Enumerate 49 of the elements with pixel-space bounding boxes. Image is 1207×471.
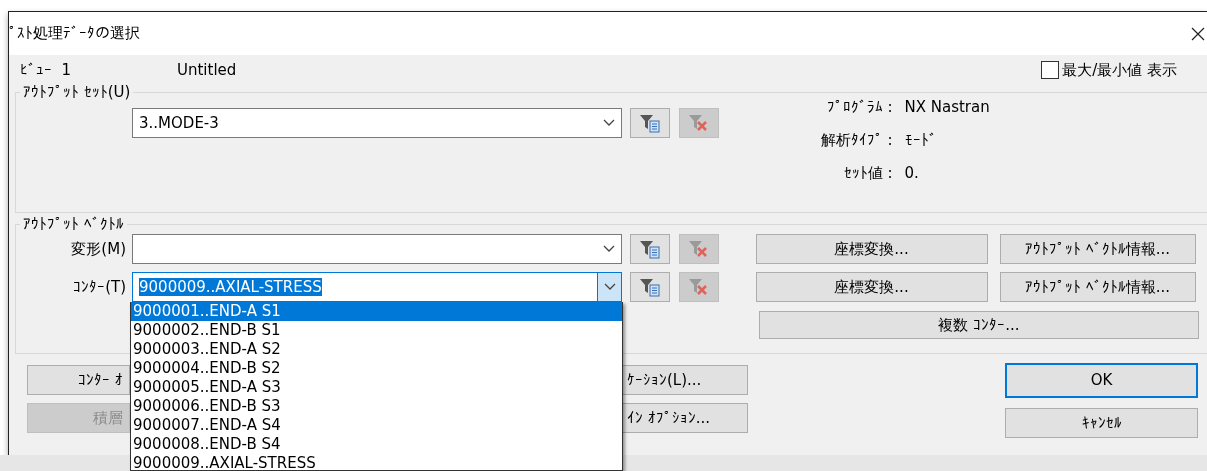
dropdown-field[interactable] [132,234,622,264]
field-label: ｺﾝﾀｰ(T) [72,276,126,298]
option-button[interactable]: ｹｰｼｮﾝ(L)... [622,365,748,395]
checkbox-label: 最大/最小値 表示 [1062,59,1177,81]
list-item[interactable]: 9000001..END-A S1 [131,302,622,321]
multi-contour-button[interactable]: 複数 ｺﾝﾀｰ... [759,311,1199,339]
chevron-down-icon [603,119,615,127]
option-button[interactable]: ｲﾝ ｵﾌﾟｼｮﾝ... [622,403,748,433]
chevron-down-icon [603,283,616,291]
transform-button[interactable]: 座標変換... [755,272,988,302]
window-title: ﾟｽﾄ処理ﾃﾞｰﾀの選択 [9,23,141,45]
chevron-down-icon [603,245,615,253]
list-item[interactable]: 9000007..END-A S4 [131,416,622,435]
close-icon[interactable] [1191,26,1205,41]
filter-icon [638,113,661,133]
clear-filter-icon [687,239,710,259]
list-item[interactable]: 9000006..END-B S3 [131,397,622,416]
checkbox[interactable] [1041,61,1060,79]
dropdown-field[interactable]: 9000009..AXIAL-STRESS [132,272,622,302]
list-item[interactable]: 9000003..END-A S2 [131,340,622,359]
transform-button[interactable]: 座標変換... [755,234,988,264]
view-name: Untitled [177,59,237,81]
list-item[interactable]: 9000004..END-B S2 [131,359,622,378]
info-label: 解析ﾀｲﾌﾟ : [819,130,893,151]
filter-icon [638,277,661,297]
ok-button[interactable]: OK [1005,363,1198,398]
field-label: 変形(M) [70,238,126,260]
info-button[interactable]: ｱｳﾄﾌﾟｯﾄ ﾍﾞｸﾄﾙ情報... [999,234,1196,264]
clear-filter-icon [687,277,710,297]
option-button[interactable]: ｺﾝﾀｰ ｵ [27,365,130,395]
filter-icon [638,239,661,259]
info-value: NX Nastran [904,97,990,118]
list-item[interactable]: 9000002..END-B S1 [131,321,622,340]
info-button[interactable]: ｱｳﾄﾌﾟｯﾄ ﾍﾞｸﾄﾙ情報... [999,272,1196,302]
cancel-button[interactable]: ｷｬﾝｾﾙ [1005,408,1198,438]
info-label: ﾌﾟﾛｸﾞﾗﾑ : [825,97,893,118]
dropdown-field[interactable]: 3..MODE-3 [132,108,622,138]
info-value: 0. [904,163,920,184]
view-label: ﾋﾞｭｰ 1 [20,59,73,81]
info-label: ｾｯﾄ値 : [842,163,893,184]
group-label: ｱｳﾄﾌﾟｯﾄ ﾍﾞｸﾄﾙ [22,217,125,232]
filter-button[interactable] [629,108,670,138]
filter-button[interactable] [629,234,670,264]
list-item[interactable]: 9000008..END-B S4 [131,435,622,454]
filter-button[interactable] [629,272,670,302]
list-item[interactable]: 9000005..END-A S3 [131,378,622,397]
group-label: ｱｳﾄﾌﾟｯﾄ ｾｯﾄ(U) [22,85,132,100]
clear-filter-icon [687,113,710,133]
info-value: ﾓｰﾄﾞ [904,130,938,151]
